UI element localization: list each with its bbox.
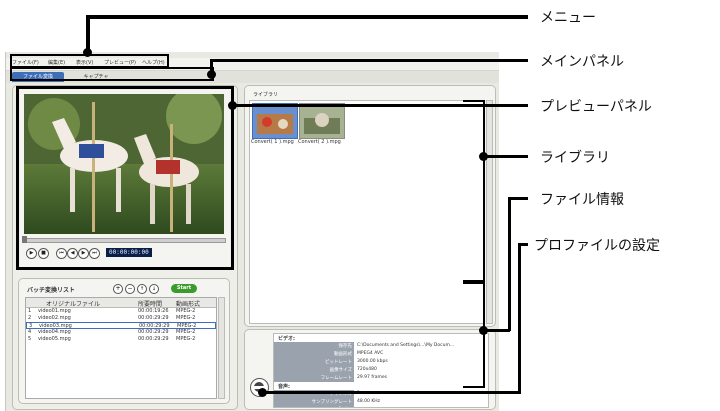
batch-list-panel: バッチ変換リスト + − ↑ ↓ Start オリジナルファイル 所要時間 動画… <box>18 278 230 404</box>
info-value: 720x480 <box>357 367 377 372</box>
row-filename: video04.mpg <box>38 329 71 335</box>
library-scrollbar[interactable] <box>486 100 493 324</box>
row-index: 1 <box>28 308 32 314</box>
row-duration: 00:00:29:29 <box>138 315 169 321</box>
move-up-icon[interactable]: ↑ <box>137 284 147 294</box>
info-value: 3000.00 kbps <box>357 359 388 364</box>
callout-dot-preview <box>228 101 237 110</box>
batch-scrollbar[interactable] <box>218 297 225 399</box>
info-label: フレームレート <box>320 376 352 381</box>
library-item-2-thumbnail[interactable] <box>299 103 345 139</box>
callout-main-panel: メインパネル <box>540 54 624 70</box>
row-filename: video05.mpg <box>38 336 71 342</box>
row-duration: 00:00:19:26 <box>138 308 169 314</box>
callout-dot-main <box>207 70 216 79</box>
batch-toolbar: + − ↑ ↓ <box>113 284 159 294</box>
table-row[interactable]: 5 video05.mpg 00:00:29:29 MPEG-2 <box>26 336 216 343</box>
info-label: Codec <box>274 407 352 408</box>
table-row[interactable]: 2 video02.mpg 00:00:29:29 MPEG-2 <box>26 315 216 322</box>
library-title: ライブラリ <box>253 92 279 98</box>
callout-line-preview <box>232 104 528 107</box>
callout-line-menu-v <box>86 15 90 51</box>
audio-section-title: 音声: <box>278 384 290 390</box>
callout-line-library <box>483 155 528 158</box>
batch-list-title: バッチ変換リスト <box>27 287 76 294</box>
callout-dot-library <box>479 152 488 161</box>
library-item-1-thumbnail[interactable] <box>252 103 298 139</box>
main-panel-highlight-frame <box>10 67 214 81</box>
add-icon[interactable]: + <box>113 284 123 294</box>
info-label: サンプリングレート <box>311 400 352 405</box>
info-value: MPEG4 AVC <box>357 351 384 356</box>
info-value: C:\Documents and Settings\...\My Docum..… <box>357 343 455 348</box>
row-format: MPEG-2 <box>176 308 196 314</box>
info-label: 保存先 <box>338 344 353 349</box>
row-format: MPEG-2 <box>176 336 196 342</box>
callout-preview-panel: プレビューパネル <box>540 99 652 115</box>
table-header: オリジナルファイル 所要時間 動画形式 <box>26 298 216 308</box>
file-info-table: ビデオ: 保存先 C:\Documents and Settings\...\My… <box>273 333 489 408</box>
row-filename: video01.mpg <box>38 308 71 314</box>
preview-highlight-frame <box>16 86 234 270</box>
library-item-2-caption: Convert( 2 ).mpg <box>298 139 341 145</box>
callout-profile-settings: プロファイルの設定 <box>534 238 660 254</box>
callout-line-profile-h2 <box>262 391 521 394</box>
fileinfo-highlight-frame <box>463 282 485 388</box>
header-duration: 所要時間 <box>138 301 163 308</box>
row-index: 5 <box>28 336 32 342</box>
row-index: 4 <box>28 329 32 335</box>
library-item-1-caption: Convert( 1 ).mpg <box>251 139 294 145</box>
callout-line-fileinfo-h <box>510 197 528 200</box>
library-panel: ライブラリ Convert( 1 ).mpg Convert( 2 ).mpg <box>244 85 496 327</box>
header-format: 動画形式 <box>176 301 201 308</box>
table-row[interactable]: 3 video03.mpg 00:00:29:29 MPEG-2 <box>26 322 216 329</box>
info-value: 29.97 frames <box>357 375 388 380</box>
callout-dot-profile <box>258 388 267 397</box>
info-label: 動画形式 <box>334 352 352 357</box>
callout-line-menu <box>86 15 528 19</box>
info-label: ビットレート <box>325 360 352 365</box>
header-original-file: オリジナルファイル <box>46 301 101 308</box>
table-row[interactable]: 1 video01.mpg 00:00:19:26 MPEG-2 <box>26 308 216 315</box>
row-duration: 00:00:29:29 <box>138 336 169 342</box>
file-info-panel: ビデオ: 保存先 C:\Documents and Settings\...\My… <box>244 329 496 410</box>
callout-dot-menu <box>83 48 92 57</box>
row-duration: 00:00:29:29 <box>138 329 169 335</box>
video-section-title: ビデオ: <box>278 336 295 342</box>
row-filename: video02.mpg <box>38 315 71 321</box>
table-row[interactable]: 4 video04.mpg 00:00:29:29 MPEG-2 <box>26 329 216 336</box>
info-label: 画像サイズ <box>329 368 352 373</box>
callout-line-main <box>212 59 528 62</box>
callout-dot-fileinfo <box>479 326 488 335</box>
row-format: MPEG-2 <box>176 329 196 335</box>
info-value: MPEG-1 Layer II ステレオ <box>357 407 412 408</box>
row-format: MPEG-2 <box>176 315 196 321</box>
callout-line-fileinfo-v <box>508 197 511 331</box>
callout-file-info: ファイル情報 <box>540 192 624 208</box>
callout-line-profile-v <box>518 243 521 393</box>
callout-library: ライブラリ <box>540 150 610 166</box>
library-list: Convert( 1 ).mpg Convert( 2 ).mpg <box>249 100 485 324</box>
callout-line-profile-h <box>520 243 528 246</box>
batch-table: オリジナルファイル 所要時間 動画形式 1 video01.mpg 00:00:19… <box>25 297 217 399</box>
start-button[interactable]: Start <box>171 284 197 293</box>
library-highlight-frame <box>463 100 485 282</box>
remove-icon[interactable]: − <box>125 284 135 294</box>
row-index: 2 <box>28 315 32 321</box>
info-value: 48.00 KHz <box>357 399 381 404</box>
move-down-icon[interactable]: ↓ <box>149 284 159 294</box>
callout-menu: メニュー <box>540 10 596 26</box>
